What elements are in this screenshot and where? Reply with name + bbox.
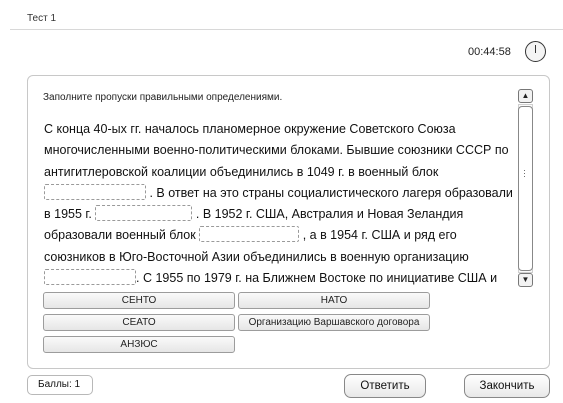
scrollbar-thumb[interactable]: · · · [518, 106, 533, 271]
passage-text: С конца 40-ых гг. началось планомерное о… [44, 122, 509, 179]
timer-display: 00:44:58 [468, 46, 511, 58]
passage-text: . [136, 271, 140, 286]
question-passage: С конца 40-ых гг. началось планомерное о… [44, 119, 517, 287]
arrow-down-icon[interactable]: ▼ [518, 273, 533, 287]
option-anzus[interactable]: АНЗЮС [43, 336, 235, 353]
option-nato[interactable]: НАТО [238, 292, 430, 309]
blank-drop-zone[interactable] [199, 226, 300, 243]
blank-drop-zone[interactable] [44, 269, 136, 286]
window-title: Тест 1 [27, 13, 57, 24]
grip-icon: · · · [523, 165, 526, 181]
clock-icon [525, 41, 546, 62]
blank-drop-zone[interactable] [95, 205, 193, 222]
finish-button[interactable]: Закончить [464, 374, 550, 398]
blank-drop-zone[interactable] [44, 183, 146, 200]
arrow-up-icon[interactable]: ▲ [518, 89, 533, 103]
score-badge: Баллы: 1 [27, 375, 93, 395]
question-instruction: Заполните пропуски правильными определен… [43, 92, 283, 103]
title-divider [10, 29, 563, 30]
option-seato[interactable]: СЕАТО [43, 314, 235, 331]
answer-button[interactable]: Ответить [344, 374, 426, 398]
option-warsaw-pact[interactable]: Организацию Варшавского договора [238, 314, 430, 331]
title-bar: Тест 1 [0, 0, 563, 30]
option-sento[interactable]: СЕНТО [43, 292, 235, 309]
